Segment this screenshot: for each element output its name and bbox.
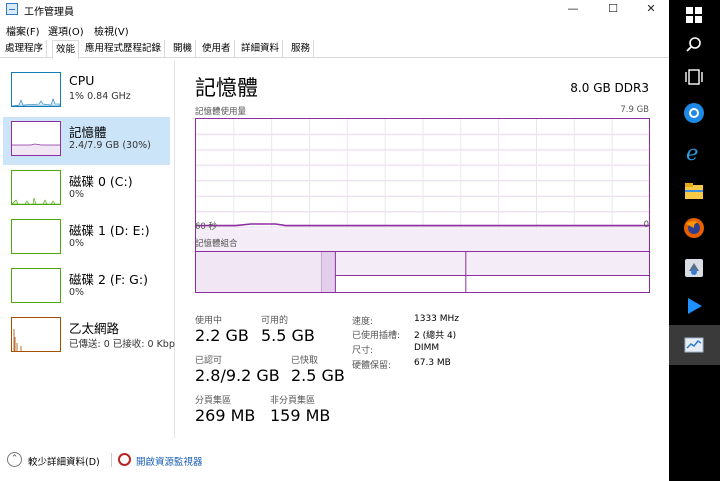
sidebar-item-value: 2.4/7.9 GB (30%) [69,140,151,151]
memory-panel: 記憶體 8.0 GB DDR3 記憶體使用量 7.9 GB 60 秒 0 記憶體… [177,60,669,438]
memory-thumbnail-graph [11,121,61,156]
window-title: 工作管理員 [24,7,74,18]
taskbar-task-manager[interactable] [669,325,720,365]
sidebar-item-value: 0% [69,238,85,249]
close-button[interactable]: ✕ [636,0,666,20]
sidebar-item-cpu[interactable]: CPU 1% 0.84 GHz [3,68,170,116]
tab-performance[interactable]: 效能 [52,40,80,59]
search-icon[interactable] [682,33,706,57]
graph-time-left: 60 秒 [195,222,218,232]
committed-label: 已認可 [195,356,223,366]
disk-1-thumbnail-graph [11,219,61,254]
sidebar-item-disk-2[interactable]: 磁碟 2 (F: G:) 0% [3,264,170,312]
usage-graph-label: 記憶體使用量 [195,107,247,117]
paged-pool-value: 269 MB [195,406,256,425]
cached-label: 已快取 [291,356,319,366]
cpu-thumbnail-graph [11,72,61,107]
menu-view[interactable]: 檢視(V) [94,23,129,38]
composition-in-use [196,252,322,292]
sidebar-item-label: 磁碟 1 (D: E:) [69,223,150,238]
maximize-button[interactable]: ☐ [598,0,628,20]
windows-logo-icon[interactable] [682,3,706,27]
sidebar-item-disk-1[interactable]: 磁碟 1 (D: E:) 0% [3,215,170,263]
nonpaged-pool-label: 非分頁集區 [270,396,316,406]
sidebar-item-label: 記憶體 [69,125,107,140]
open-resource-monitor-link[interactable]: 開啟資源監視器 [136,454,203,468]
cached-value: 2.5 GB [291,366,345,385]
sidebar-item-disk-0[interactable]: 磁碟 0 (C:) 0% [3,166,170,214]
disk-2-thumbnail-graph [11,268,61,303]
fewer-details-button[interactable]: 較少詳細資料(D) [28,454,100,468]
title-bar: 工作管理員 — ☐ ✕ [0,0,669,20]
page-title: 記憶體 [195,76,258,100]
media-player-icon[interactable] [682,294,706,318]
sidebar-item-memory[interactable]: 記憶體 2.4/7.9 GB (30%) [3,117,170,165]
in-use-label: 使用中 [195,316,223,326]
info-key: 已使用插槽: [352,331,401,341]
composition-modified [321,252,336,292]
task-manager-window: 工作管理員 — ☐ ✕ 檔案(F) 選項(O) 檢視(V) 處理程序 效能 應用… [0,0,669,481]
resource-sidebar: CPU 1% 0.84 GHz 記憶體 2.4/7.9 GB (30%) 磁碟 … [0,60,175,438]
paged-pool-label: 分頁集區 [195,396,232,406]
task-view-icon[interactable] [682,65,706,89]
sidebar-item-value: 0% [69,287,85,298]
chevron-up-icon[interactable]: ⌃ [7,452,22,467]
app-icon[interactable] [682,256,706,280]
available-value: 5.5 GB [261,326,315,345]
footer-divider [111,453,112,467]
available-label: 可用的 [261,316,289,326]
sidebar-item-label: 磁碟 2 (F: G:) [69,272,148,287]
menu-file[interactable]: 檔案(F) [6,23,40,38]
sidebar-item-label: CPU [69,73,95,88]
taskbar: e [669,0,720,481]
composition-label: 記憶體組合 [195,239,238,249]
info-value: 67.3 MB [414,358,451,368]
tab-services[interactable]: 服務 [288,40,315,58]
graph-time-right: 0 [643,220,649,230]
info-value: DIMM [414,343,440,353]
sidebar-item-ethernet[interactable]: 乙太網路 已傳送: 0 已接收: 0 Kbp [3,313,175,361]
in-use-value: 2.2 GB [195,326,249,345]
usage-graph-max: 7.9 GB [620,105,649,115]
internet-explorer-icon[interactable]: e [682,140,706,164]
file-explorer-icon[interactable] [682,179,706,203]
tab-strip: 處理程序 效能 應用程式歷程記錄 開機 使用者 詳細資料 服務 [0,40,669,59]
committed-value: 2.8/9.2 GB [195,366,280,385]
task-manager-app-icon [6,3,18,15]
sidebar-item-value: 0% [69,189,85,200]
sidebar-item-label: 磁碟 0 (C:) [69,174,133,189]
sidebar-item-value: 已傳送: 0 已接收: 0 Kbp [69,339,175,350]
info-key: 速度: [352,317,374,327]
disk-0-thumbnail-graph [11,170,61,205]
tab-details[interactable]: 詳細資料 [238,40,284,58]
tab-startup[interactable]: 開機 [170,40,197,58]
memory-composition-bar [195,251,650,293]
svg-text:e: e [686,141,698,164]
minimize-button[interactable]: — [558,0,588,20]
sidebar-item-label: 乙太網路 [69,321,120,336]
info-value: 1333 MHz [414,314,460,324]
info-key: 尺寸: [352,346,374,356]
firefox-icon[interactable] [682,216,706,240]
nonpaged-pool-value: 159 MB [270,406,331,425]
sidebar-item-value: 1% 0.84 GHz [69,91,131,102]
footer-bar: ⌃ 較少詳細資料(D) 開啟資源監視器 [0,448,669,472]
menu-bar: 檔案(F) 選項(O) 檢視(V) [0,20,669,38]
task-manager-icon [684,337,704,353]
tab-app-history[interactable]: 應用程式歷程記錄 [82,40,166,58]
info-value: 2 (總共 4) [414,331,457,341]
menu-options[interactable]: 選項(O) [48,23,84,38]
app-icon[interactable] [682,101,706,125]
ethernet-thumbnail-graph [11,317,61,352]
info-key: 硬體保留: [352,361,392,371]
tab-processes[interactable]: 處理程序 [2,40,48,58]
tab-users[interactable]: 使用者 [199,40,235,58]
memory-spec: 8.0 GB DDR3 [570,81,649,95]
resource-monitor-icon [118,453,131,466]
